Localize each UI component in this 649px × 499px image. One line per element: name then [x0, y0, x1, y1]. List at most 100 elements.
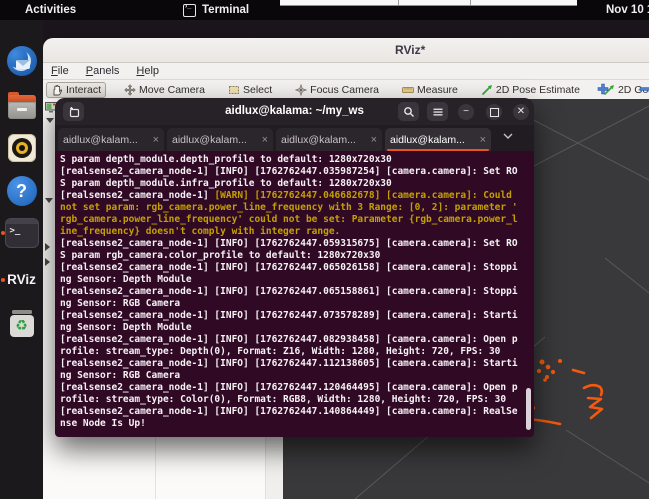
- tree-expander-icon[interactable]: [45, 243, 50, 251]
- tab-close-icon[interactable]: ×: [150, 134, 159, 146]
- tree-expander-icon[interactable]: [46, 118, 54, 123]
- tool-interact[interactable]: Interact: [46, 82, 106, 98]
- toolbar-add-tool-button[interactable]: [596, 82, 610, 96]
- tool-measure[interactable]: Measure: [397, 82, 463, 98]
- dock-item-rhythmbox[interactable]: [0, 134, 43, 162]
- terminal-headerbar[interactable]: aidlux@kalama: ~/my_ws − ✕: [55, 98, 534, 126]
- pointcloud: [527, 360, 602, 425]
- terminal-line: S param rgb_camera.color_profile to defa…: [60, 250, 534, 262]
- terminal-line: ng Sensor: RGB Camera: [60, 298, 534, 310]
- rviz-menubar: File Panels Help: [43, 63, 649, 80]
- terminal-line: ine_frequency} doesn't comply with integ…: [60, 226, 534, 238]
- tab-close-icon[interactable]: ×: [368, 134, 377, 146]
- terminal-line: S param depth_module.infra_profile to de…: [60, 178, 534, 190]
- menu-panels[interactable]: Panels: [86, 65, 120, 77]
- select-icon: [228, 84, 240, 96]
- terminal-line: ng Sensor: Depth Module: [60, 322, 534, 334]
- terminal-line: [realsense2_camera_node-1] [INFO] [17627…: [60, 238, 534, 250]
- focused-app-indicator[interactable]: Terminal: [183, 0, 249, 20]
- tab-close-icon[interactable]: ×: [259, 134, 268, 146]
- tool-label: Move Camera: [139, 84, 205, 96]
- window-edge-mark: [470, 0, 471, 5]
- tab-label: aidlux@kalam...: [281, 134, 368, 146]
- terminal-line: S param depth_module.depth_profile to de…: [60, 154, 534, 166]
- thunderbird-icon: [7, 46, 37, 76]
- tool-label: Select: [243, 84, 272, 96]
- menu-help[interactable]: Help: [136, 65, 159, 77]
- maximize-icon: [490, 108, 499, 117]
- trash-icon: ♻: [9, 310, 35, 338]
- dock-item-thunderbird[interactable]: [0, 46, 43, 76]
- terminal-line: not set param: rgb_camera.power_line_fre…: [60, 202, 534, 214]
- dock-item-terminal[interactable]: >_: [0, 218, 43, 248]
- tree-expander-icon[interactable]: [45, 258, 50, 266]
- dock-item-rviz[interactable]: RViz: [0, 272, 43, 287]
- minimize-button[interactable]: −: [458, 104, 474, 120]
- green-arrow-icon: [481, 84, 493, 96]
- close-icon: ✕: [517, 104, 525, 120]
- terminal-tab-3[interactable]: aidlux@kalam...×: [276, 128, 382, 151]
- terminal-line: [realsense2_camera_node-1] [INFO] [17627…: [60, 262, 534, 274]
- focus-icon: [295, 84, 307, 96]
- terminal-line: ng Sensor: RGB Camera: [60, 370, 534, 382]
- terminal-tab-4[interactable]: aidlux@kalam...×: [385, 128, 491, 151]
- tool-focus-camera[interactable]: Focus Camera: [290, 82, 384, 98]
- terminal-line: [realsense2_camera_node-1] [INFO] [17627…: [60, 310, 534, 322]
- rviz-icon: RViz: [7, 272, 36, 287]
- tab-label: aidlux@kalam...: [172, 134, 259, 146]
- terminal-tab-1[interactable]: aidlux@kalam...×: [58, 128, 164, 151]
- window-edge-mark: [398, 0, 399, 5]
- menu-file[interactable]: File: [51, 65, 69, 77]
- tab-overflow-chevron-icon[interactable]: [502, 128, 514, 146]
- toolbar-remove-tool-button[interactable]: [638, 82, 649, 96]
- terminal-line: [realsense2_camera_node-1] [INFO] [17627…: [60, 406, 534, 418]
- terminal-line: [realsense2_camera_node-1] [INFO] [17627…: [60, 334, 534, 346]
- terminal-tab-bar: aidlux@kalam...×aidlux@kalam...×aidlux@k…: [55, 125, 534, 151]
- terminal-output[interactable]: S param depth_module.depth_profile to de…: [55, 151, 534, 437]
- dock-item-files[interactable]: [0, 92, 43, 119]
- terminal-line: rofile: stream_type: Depth(0), Format: Z…: [60, 346, 534, 358]
- app-running-indicator: [1, 231, 5, 235]
- maximize-button[interactable]: [486, 104, 502, 120]
- tab-label: aidlux@kalam...: [63, 134, 150, 146]
- terminal-icon: >_: [5, 218, 39, 248]
- tool-label: 2D Pose Estimate: [496, 84, 580, 96]
- dock: ? >_ RViz ♻: [0, 20, 43, 499]
- dock-item-help[interactable]: ?: [0, 176, 43, 206]
- hamburger-menu-button[interactable]: [427, 102, 448, 121]
- terminal-line: [realsense2_camera_node-1] [WARN] [17627…: [60, 190, 534, 202]
- measure-icon: [402, 84, 414, 96]
- minimize-icon: −: [463, 104, 469, 120]
- tab-close-icon[interactable]: ×: [477, 134, 486, 146]
- close-button[interactable]: ✕: [513, 104, 529, 120]
- move-icon: [124, 84, 136, 96]
- files-icon: [8, 95, 36, 119]
- terminal-tab-2[interactable]: aidlux@kalam...×: [167, 128, 273, 151]
- terminal-line: [realsense2_camera_node-1] [INFO] [17627…: [60, 166, 534, 178]
- dock-item-trash[interactable]: ♻: [0, 308, 43, 338]
- rviz-window-title: RViz*: [395, 38, 425, 62]
- terminal-line: nse Node Is Up!: [60, 418, 534, 430]
- search-icon: [403, 106, 415, 118]
- terminal-scrollbar-thumb[interactable]: [526, 388, 531, 430]
- hamburger-icon: [432, 106, 444, 118]
- tool-move-camera[interactable]: Move Camera: [119, 82, 210, 98]
- search-button[interactable]: [398, 102, 419, 121]
- rviz-titlebar[interactable]: RViz*: [43, 38, 649, 63]
- tool-label: Measure: [417, 84, 458, 96]
- rhythmbox-icon: [8, 134, 36, 162]
- terminal-line: [realsense2_camera_node-1] [INFO] [17627…: [60, 286, 534, 298]
- tool-label: Focus Camera: [310, 84, 379, 96]
- tool-2d-pose-estimate[interactable]: 2D Pose Estimate: [476, 82, 585, 98]
- tab-label: aidlux@kalam...: [390, 134, 477, 146]
- minus-icon: [639, 83, 649, 95]
- terminal-line: ng Sensor: Depth Module: [60, 274, 534, 286]
- terminal-window: aidlux@kalama: ~/my_ws − ✕ aidlux@kalam.…: [55, 98, 534, 437]
- desktop: Activities Terminal Nov 10 1 ? >_ RViz ♻ RV…: [0, 0, 649, 499]
- tool-label: Interact: [66, 84, 101, 96]
- clock[interactable]: Nov 10 1: [606, 0, 649, 20]
- activities-button[interactable]: Activities: [25, 0, 76, 20]
- tree-expander-icon[interactable]: [45, 198, 53, 203]
- app-running-indicator: [1, 278, 5, 282]
- tool-select[interactable]: Select: [223, 82, 277, 98]
